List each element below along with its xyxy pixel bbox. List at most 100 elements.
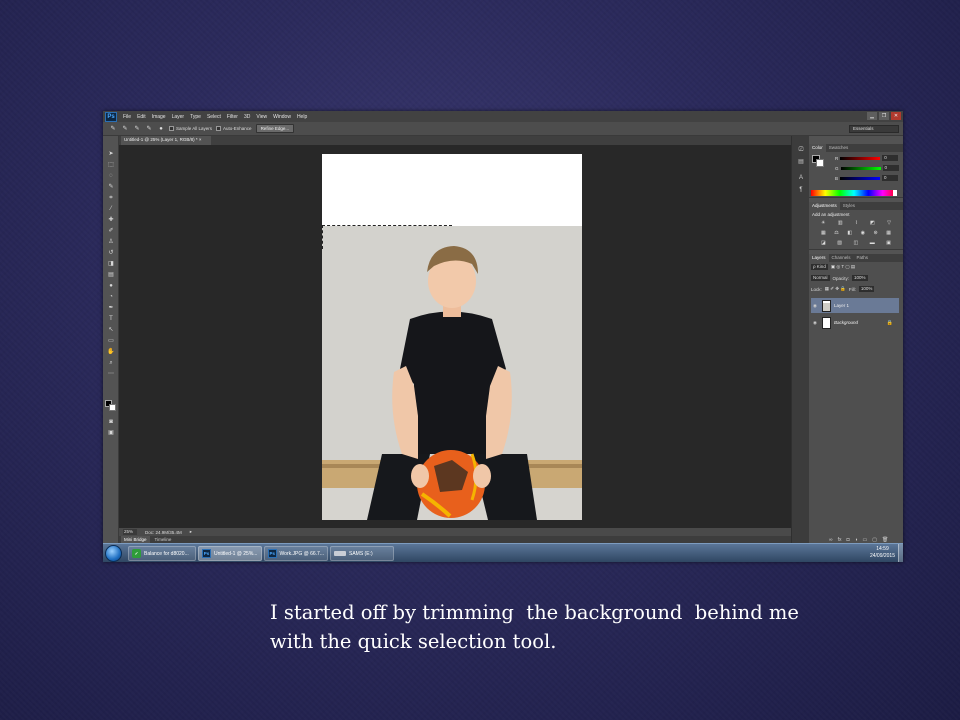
menu-file[interactable]: File (120, 114, 134, 120)
tab-styles[interactable]: Styles (840, 202, 858, 210)
color-lookup-icon[interactable]: ▦ (886, 230, 891, 236)
doc-size-info[interactable]: Doc: 24.9M/35.4M (145, 530, 182, 535)
invert-icon[interactable]: ◪ (821, 240, 826, 246)
layer-kind-filter[interactable]: ρ Kind (811, 264, 828, 270)
status-menu-arrow-icon[interactable]: ▸ (190, 529, 192, 535)
document-canvas[interactable] (322, 154, 582, 520)
move-tool-icon[interactable]: ➤ (106, 150, 116, 158)
color-balance-icon[interactable]: ⚖ (834, 230, 838, 236)
character-panel-icon[interactable]: A (796, 174, 806, 183)
hue-saturation-icon[interactable]: ▦ (821, 230, 826, 236)
brush-size-icon[interactable]: ● (157, 125, 165, 133)
curves-icon[interactable]: ⌇ (855, 220, 857, 226)
clone-stamp-icon[interactable]: ♙ (106, 238, 116, 246)
menu-type[interactable]: Type (187, 114, 204, 120)
color-spectrum-bar[interactable] (811, 190, 897, 196)
path-selection-icon[interactable]: ↖ (106, 326, 116, 334)
menu-filter[interactable]: Filter (224, 114, 241, 120)
layer-row-background[interactable]: ◉ Background 🔒 (811, 315, 899, 330)
lasso-tool-icon[interactable]: ◌ (106, 172, 116, 180)
restore-button[interactable]: ❐ (879, 112, 889, 120)
zoom-tool-icon[interactable]: ⌕ (106, 359, 116, 367)
blur-tool-icon[interactable]: ● (106, 282, 116, 290)
screen-mode-icon[interactable]: ▣ (106, 429, 116, 437)
hand-tool-icon[interactable]: ✋ (106, 348, 116, 356)
quick-selection-tool-icon[interactable]: ✎ (109, 125, 117, 133)
tab-paths[interactable]: Paths (854, 254, 872, 262)
properties-panel-icon[interactable]: ▤ (796, 158, 806, 167)
taskbar-item-sams-drive[interactable]: SAMS (E:) (330, 546, 394, 561)
crop-tool-icon[interactable]: ⌗ (106, 194, 116, 202)
tab-adjustments[interactable]: Adjustments (809, 202, 840, 210)
menu-3d[interactable]: 3D (241, 114, 253, 120)
shape-tool-icon[interactable]: ▭ (106, 337, 116, 345)
show-desktop-button[interactable] (898, 544, 903, 562)
menu-layer[interactable]: Layer (169, 114, 188, 120)
minimize-button[interactable]: ▁ (867, 112, 877, 120)
start-button[interactable] (105, 545, 122, 562)
menu-select[interactable]: Select (204, 114, 224, 120)
menu-window[interactable]: Window (270, 114, 294, 120)
add-to-selection-icon[interactable]: ✎ (133, 125, 141, 133)
opacity-field[interactable]: 100% (852, 275, 868, 281)
tab-layers[interactable]: Layers (809, 254, 829, 262)
taskbar-item-balance[interactable]: ✓ Balance for d8020... (128, 546, 196, 561)
posterize-icon[interactable]: ▨ (837, 240, 842, 246)
tab-swatches[interactable]: Swatches (826, 144, 852, 152)
exposure-icon[interactable]: ◩ (870, 220, 875, 226)
system-clock[interactable]: 14:59 24/09/2015 (870, 546, 895, 560)
tab-color[interactable]: Color (809, 144, 826, 152)
taskbar-item-untitled[interactable]: Ps Untitled-1 @ 25%... (198, 546, 262, 561)
brush-tool-icon[interactable]: ✐ (106, 227, 116, 235)
layer-row-layer-1[interactable]: ◉ Layer 1 (811, 298, 899, 313)
quick-mask-icon[interactable]: ◙ (106, 418, 116, 426)
auto-enhance-checkbox[interactable]: Auto-Enhance (216, 126, 252, 131)
red-value-field[interactable]: 0 (882, 155, 899, 161)
green-value-field[interactable]: 0 (882, 165, 899, 171)
quick-selection-tool-icon[interactable]: ✎ (106, 183, 116, 191)
brightness-icon[interactable]: ☀ (821, 220, 825, 226)
taskbar-item-work[interactable]: Ps Work.JPG @ 66.7... (264, 546, 328, 561)
channel-mixer-icon[interactable]: ⊛ (874, 230, 878, 236)
more-tools-icon[interactable]: ⋯ (106, 370, 116, 378)
background-color-swatch[interactable] (109, 404, 116, 411)
filter-icons[interactable]: ▣ ◎ T ▢ ▤ (831, 264, 855, 270)
green-slider[interactable] (840, 166, 881, 170)
photo-filter-icon[interactable]: ◉ (861, 230, 865, 236)
menu-edit[interactable]: Edit (134, 114, 149, 120)
levels-icon[interactable]: ▥ (838, 220, 843, 226)
lock-icons[interactable]: ▦ ✐ ✥ 🔒 (825, 286, 846, 292)
gradient-tool-icon[interactable]: ▤ (106, 271, 116, 279)
menu-help[interactable]: Help (294, 114, 310, 120)
dodge-tool-icon[interactable]: ◔ (106, 293, 116, 301)
canvas-area[interactable] (119, 145, 791, 528)
eraser-tool-icon[interactable]: ◨ (106, 260, 116, 268)
paragraph-panel-icon[interactable]: ¶ (796, 186, 806, 195)
visibility-eye-icon[interactable]: ◉ (813, 320, 819, 326)
history-panel-icon[interactable]: ⎚ (796, 146, 806, 155)
tab-channels[interactable]: Channels (829, 254, 854, 262)
subtract-selection-icon[interactable]: ✎ (145, 125, 153, 133)
workspace-select[interactable]: Essentials (849, 125, 899, 133)
menu-image[interactable]: Image (149, 114, 169, 120)
blue-value-field[interactable]: 0 (882, 175, 899, 181)
gradient-map-icon[interactable]: ▬ (870, 240, 875, 246)
selective-color-icon[interactable]: ▣ (886, 240, 891, 246)
black-white-icon[interactable]: ◧ (847, 230, 852, 236)
history-brush-icon[interactable]: ↺ (106, 249, 116, 257)
type-tool-icon[interactable]: T (106, 315, 116, 323)
refine-edge-button[interactable]: Refine Edge... (255, 124, 295, 133)
blend-mode-select[interactable]: Normal (811, 275, 830, 281)
background-color-chip[interactable] (816, 159, 824, 167)
threshold-icon[interactable]: ◫ (854, 240, 859, 246)
sample-all-layers-checkbox[interactable]: Sample All Layers (169, 126, 212, 131)
pen-tool-icon[interactable]: ✒ (106, 304, 116, 312)
menu-view[interactable]: View (253, 114, 270, 120)
eyedropper-tool-icon[interactable]: ⁄ (106, 205, 116, 213)
fill-field[interactable]: 100% (858, 286, 875, 292)
zoom-level-field[interactable]: 25% (123, 529, 137, 535)
marquee-tool-icon[interactable]: ⬚ (106, 161, 116, 169)
spectrum-white-swatch[interactable] (893, 190, 897, 196)
vibrance-icon[interactable]: ▽ (887, 220, 891, 226)
visibility-eye-icon[interactable]: ◉ (813, 303, 819, 309)
